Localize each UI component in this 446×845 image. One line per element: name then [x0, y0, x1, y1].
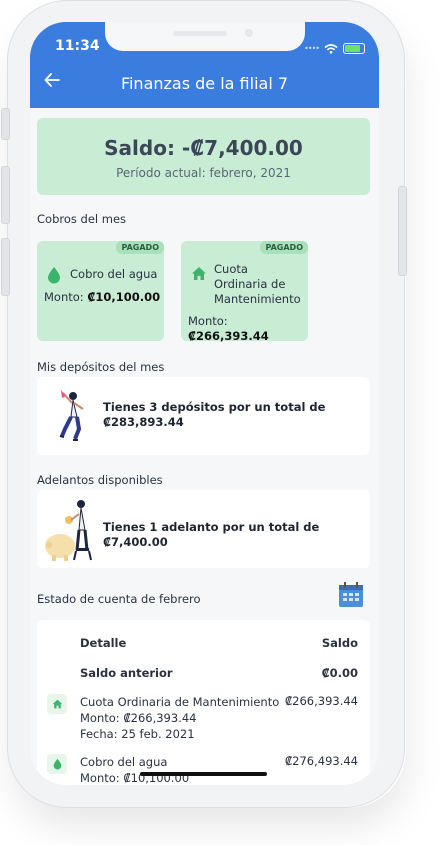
balance-period: Período actual: febrero, 2021 — [116, 166, 291, 180]
charges-title: Cobros del mes — [37, 212, 127, 226]
speaker — [173, 31, 227, 36]
deposits-title: Mis depósitos del mes — [37, 360, 165, 374]
row-title: Cobro del agua — [80, 755, 168, 769]
wifi-icon — [324, 39, 338, 58]
person-illustration — [59, 390, 84, 441]
deposits-card[interactable]: Tienes 3 depósitos por un total de ₡283,… — [37, 377, 370, 455]
row-balance: ₡276,493.44 — [284, 754, 358, 768]
calendar-icon[interactable] — [338, 582, 364, 608]
camera — [245, 29, 253, 37]
deposits-summary: Tienes 3 depósitos por un total de ₡283,… — [103, 400, 326, 429]
advances-title: Adelantos disponibles — [37, 473, 163, 487]
status-icons: •••• — [304, 39, 365, 58]
statement-row-detail: Cuota Ordinaria de Mantenimiento Monto: … — [80, 694, 279, 742]
app-screen: 11:34 •••• Finanzas de la filial 7 Saldo… — [30, 22, 379, 785]
row-title: Cuota Ordinaria de Mantenimiento — [80, 695, 280, 709]
statement-row[interactable]: Cobro del agua Monto: ₡10,100.00 ₡276,49… — [37, 754, 370, 785]
charge-amount: Monto: ₡266,393.44 — [188, 314, 298, 344]
app-header: 11:34 •••• Finanzas de la filial 7 — [30, 22, 379, 108]
home-icon — [191, 266, 207, 285]
piggy-bank-illustration — [45, 500, 92, 561]
status-badge: PAGADO — [260, 241, 308, 254]
home-icon — [47, 694, 67, 714]
volume-up-button — [1, 166, 10, 224]
volume-down-button — [1, 238, 10, 296]
statement-row[interactable]: Cuota Ordinaria de Mantenimiento Monto: … — [37, 694, 370, 744]
statement-row-detail: Cobro del agua Monto: ₡10,100.00 — [80, 754, 189, 785]
signal-icon: •••• — [304, 44, 320, 53]
charge-amount-value: ₡266,393.44 — [188, 329, 269, 343]
status-badge: PAGADO — [116, 241, 164, 254]
charge-amount-label: Monto: — [188, 314, 228, 328]
statement-card: Detalle Saldo Saldo anterior ₡0.00 Cuota… — [37, 620, 370, 785]
water-drop-icon — [47, 266, 61, 288]
charge-amount-value: ₡10,100.00 — [87, 290, 161, 304]
balance-header: Saldo — [321, 636, 358, 650]
notch — [105, 22, 305, 51]
charge-name: Cobro del agua — [70, 267, 158, 281]
silent-switch — [1, 108, 10, 140]
charge-amount-label: Monto: — [44, 290, 84, 304]
charge-card-maintenance[interactable]: PAGADO Cuota Ordinaria de Mantenimiento … — [181, 241, 308, 344]
detail-header: Detalle — [80, 636, 127, 650]
advances-card[interactable]: Tienes 1 adelanto por un total de ₡7,400… — [37, 490, 370, 568]
row-balance: ₡266,393.44 — [284, 694, 358, 708]
power-button — [398, 186, 407, 276]
status-time: 11:34 — [55, 38, 100, 54]
home-indicator[interactable] — [140, 772, 267, 776]
charge-amount: Monto: ₡10,100.00 — [44, 290, 160, 305]
previous-balance-value: ₡0.00 — [321, 666, 358, 680]
advances-summary: Tienes 1 adelanto por un total de ₡7,400… — [103, 520, 320, 549]
statement-title: Estado de cuenta de febrero — [37, 592, 201, 606]
previous-balance-label: Saldo anterior — [80, 666, 173, 680]
charge-card-water[interactable]: PAGADO Cobro del agua Monto: ₡10,100.00 — [37, 241, 164, 341]
balance-card: Saldo: -₡7,400.00 Período actual: febrer… — [37, 118, 370, 195]
battery-icon — [343, 43, 365, 54]
row-amount: Monto: ₡266,393.44 — [80, 711, 197, 725]
water-drop-icon — [47, 754, 67, 774]
balance-amount: Saldo: -₡7,400.00 — [104, 136, 303, 160]
row-date: Fecha: 25 feb. 2021 — [80, 727, 195, 741]
page-title: Finanzas de la filial 7 — [120, 74, 289, 93]
charge-name: Cuota Ordinaria de Mantenimiento — [214, 262, 301, 306]
